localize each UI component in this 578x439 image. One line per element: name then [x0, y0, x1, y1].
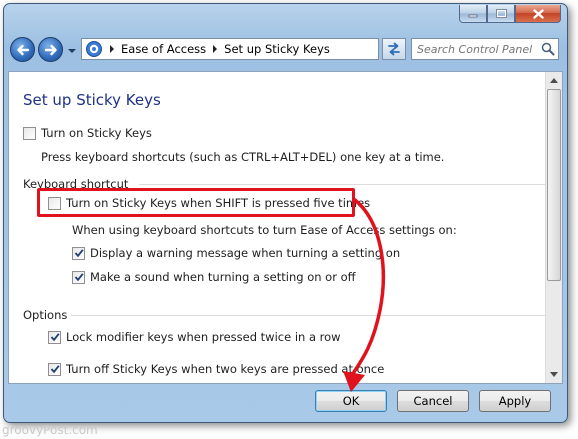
make-sound-label[interactable]: Make a sound when turning a setting on o… [90, 270, 356, 284]
chevron-right-icon [110, 45, 114, 53]
chevron-right-icon [213, 45, 218, 53]
display-warning-checkbox[interactable] [72, 246, 85, 260]
checkmark-icon [74, 249, 84, 258]
scroll-down-button[interactable] [546, 366, 562, 383]
section-divider [71, 315, 545, 316]
search-input[interactable] [417, 40, 541, 58]
scroll-up-button[interactable] [546, 72, 562, 89]
lock-modifier-option[interactable]: Lock modifier keys when pressed twice in… [48, 330, 341, 344]
arrow-up-icon [550, 78, 558, 83]
page-title: Set up Sticky Keys [23, 91, 161, 109]
options-heading: Options [23, 308, 68, 322]
scrollbar-thumb[interactable] [547, 89, 561, 281]
make-sound-option[interactable]: Make a sound when turning a setting on o… [72, 270, 356, 284]
sticky-keys-description: Press keyboard shortcuts (such as CTRL+A… [41, 150, 445, 164]
shift-five-times-option[interactable]: Turn on Sticky Keys when SHIFT is presse… [48, 196, 370, 210]
breadcrumb-separator[interactable] [209, 43, 221, 55]
arrow-right-icon [44, 44, 57, 55]
apply-button[interactable]: Apply [479, 390, 551, 412]
checkmark-icon [74, 273, 84, 282]
turn-on-sticky-keys-option[interactable]: Turn on Sticky Keys [23, 126, 152, 140]
display-warning-option[interactable]: Display a warning message when turning a… [72, 246, 400, 260]
maximize-button[interactable] [487, 5, 515, 23]
back-button[interactable] [10, 37, 35, 62]
refresh-button[interactable] [382, 38, 406, 60]
close-button[interactable] [515, 5, 561, 23]
control-panel-window: Ease of Access Set up Sticky Keys Set up… [3, 3, 568, 423]
address-bar[interactable]: Ease of Access Set up Sticky Keys [81, 38, 379, 60]
refresh-icon [388, 42, 400, 56]
ok-button[interactable]: OK [315, 390, 387, 412]
cancel-button[interactable]: Cancel [397, 390, 469, 412]
checkmark-icon [50, 333, 60, 342]
make-sound-checkbox[interactable] [72, 270, 85, 284]
navigation-bar: Ease of Access Set up Sticky Keys [4, 34, 567, 64]
section-divider [139, 184, 545, 185]
display-warning-label[interactable]: Display a warning message when turning a… [90, 246, 400, 260]
turn-on-sticky-keys-checkbox[interactable] [23, 126, 36, 140]
turn-on-sticky-keys-label[interactable]: Turn on Sticky Keys [41, 126, 152, 140]
minimize-icon [468, 14, 478, 17]
breadcrumb-set-up-sticky-keys[interactable]: Set up Sticky Keys [224, 42, 330, 56]
search-icon[interactable] [541, 42, 555, 56]
breadcrumb-separator[interactable] [106, 43, 118, 55]
watermark: groovyPost.com [2, 423, 98, 437]
when-using-shortcuts-text: When using keyboard shortcuts to turn Ea… [72, 223, 457, 237]
shift-five-times-label[interactable]: Turn on Sticky Keys when SHIFT is presse… [66, 196, 370, 210]
arrow-left-icon [16, 44, 29, 55]
arrow-down-icon [550, 372, 558, 377]
dialog-button-bar: OK Cancel Apply [8, 384, 563, 419]
checkmark-icon [50, 365, 60, 374]
turn-off-two-keys-option[interactable]: Turn off Sticky Keys when two keys are p… [48, 362, 384, 376]
shift-five-times-checkbox[interactable] [48, 196, 61, 210]
lock-modifier-label[interactable]: Lock modifier keys when pressed twice in… [66, 330, 341, 344]
lock-modifier-checkbox[interactable] [48, 330, 61, 344]
minimize-button[interactable] [459, 5, 487, 23]
breadcrumb-ease-of-access[interactable]: Ease of Access [121, 42, 206, 56]
turn-off-two-keys-checkbox[interactable] [48, 362, 61, 376]
caption-buttons [459, 5, 561, 23]
settings-content: Set up Sticky Keys Turn on Sticky Keys P… [8, 71, 563, 384]
close-icon [532, 8, 544, 19]
search-box [411, 38, 559, 60]
recent-pages-dropdown[interactable] [67, 46, 77, 56]
turn-off-two-keys-label[interactable]: Turn off Sticky Keys when two keys are p… [66, 362, 384, 376]
vertical-scrollbar[interactable] [545, 72, 562, 383]
control-panel-icon [86, 41, 102, 57]
maximize-icon [495, 9, 507, 18]
chevron-down-icon [68, 49, 76, 53]
forward-button[interactable] [38, 37, 63, 62]
keyboard-shortcut-heading: Keyboard shortcut [23, 177, 129, 191]
